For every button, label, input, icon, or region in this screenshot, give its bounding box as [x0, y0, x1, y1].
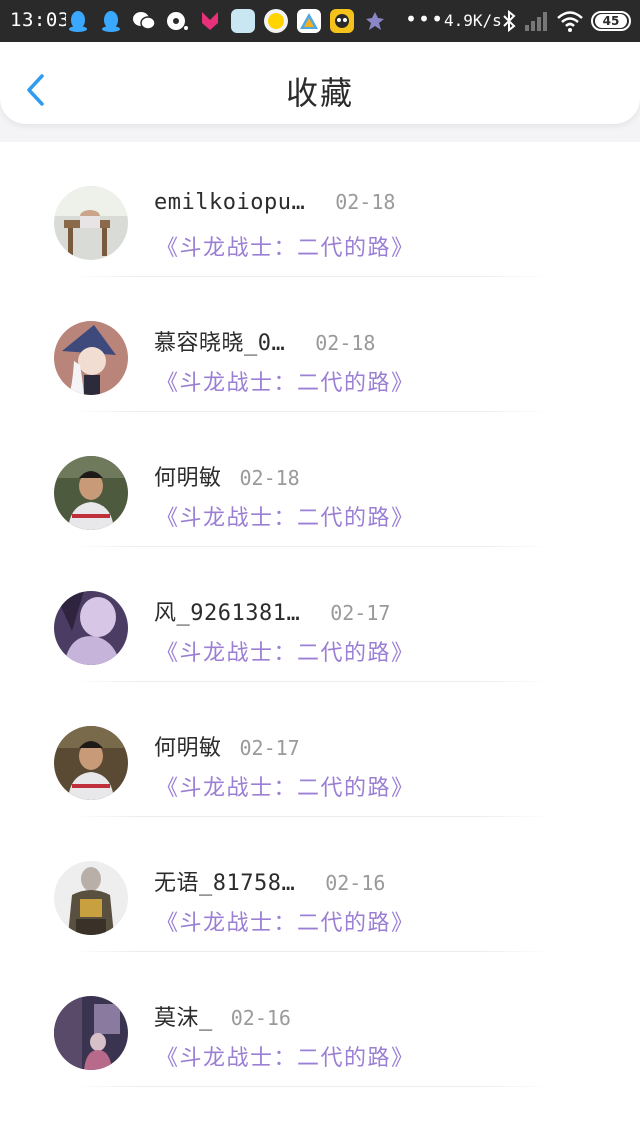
avatar[interactable]	[54, 726, 128, 800]
list-item[interactable]: 风_9261381… 02-17 《斗龙战士：二代的路》	[0, 547, 640, 682]
user-name: 何明敏	[154, 466, 222, 491]
list-item[interactable]: 何明敏 02-18 《斗龙战士：二代的路》	[0, 412, 640, 547]
list-item[interactable]: 无语_81758… 02-16 《斗龙战士：二代的路》	[0, 817, 640, 952]
user-name: 风_9261381…	[154, 601, 301, 626]
wechat-icon	[132, 9, 156, 33]
wifi-icon	[557, 11, 583, 32]
list-item[interactable]: 慕容晓晓_0… 02-18 《斗龙战士：二代的路》	[0, 277, 640, 412]
game-icon	[330, 9, 354, 33]
avatar[interactable]	[54, 861, 128, 935]
avatar[interactable]	[54, 456, 128, 530]
bluetooth-icon	[503, 9, 516, 33]
app-icon	[264, 9, 288, 33]
book-title-link[interactable]: 《斗龙战士：二代的路》	[156, 770, 415, 802]
book-title-link[interactable]: 《斗龙战士：二代的路》	[156, 635, 415, 667]
status-time: 13:03	[10, 9, 70, 31]
avatar[interactable]	[54, 591, 128, 665]
notification-icons	[66, 8, 396, 34]
battery-level: 45	[595, 14, 627, 28]
drive-icon	[297, 9, 321, 33]
status-bar: 13:03 ••• 4.9K/s 45	[0, 0, 640, 42]
user-name: 无语_81758…	[154, 871, 296, 896]
favorites-list: emilkoiopu… 02-18 《斗龙战士：二代的路》 慕容晓晓_0… 02…	[0, 142, 640, 1087]
user-name: 慕容晓晓_0…	[154, 331, 286, 356]
youku-icon	[198, 9, 222, 33]
app-icon	[231, 9, 255, 33]
favorite-date: 02-18	[315, 331, 376, 355]
book-title-link[interactable]: 《斗龙战士：二代的路》	[156, 905, 415, 937]
favorite-date: 02-17	[239, 736, 300, 760]
qq-icon	[99, 9, 123, 33]
app-icon	[363, 9, 387, 33]
header-area: 收藏	[0, 42, 640, 142]
avatar[interactable]	[54, 321, 128, 395]
book-title-link[interactable]: 《斗龙战士：二代的路》	[156, 230, 415, 262]
page-title: 收藏	[285, 74, 354, 112]
avatar[interactable]	[54, 996, 128, 1070]
list-item[interactable]: emilkoiopu… 02-18 《斗龙战士：二代的路》	[0, 142, 640, 277]
book-title-link[interactable]: 《斗龙战士：二代的路》	[156, 365, 415, 397]
music-icon	[165, 9, 189, 33]
more-notifications-icon: •••	[405, 7, 445, 31]
divider	[70, 1086, 550, 1087]
user-name: 何明敏	[154, 736, 222, 761]
battery-icon: 45	[591, 11, 631, 31]
favorite-date: 02-16	[325, 871, 386, 895]
book-title-link[interactable]: 《斗龙战士：二代的路》	[156, 1040, 415, 1072]
header: 收藏	[0, 42, 640, 124]
favorite-date: 02-18	[239, 466, 300, 490]
user-name: 莫沫_	[154, 1006, 213, 1031]
network-speed: 4.9K/s	[444, 11, 502, 30]
list-item[interactable]: 何明敏 02-17 《斗龙战士：二代的路》	[0, 682, 640, 817]
book-title-link[interactable]: 《斗龙战士：二代的路》	[156, 500, 415, 532]
qq-icon	[66, 9, 90, 33]
avatar[interactable]	[54, 186, 128, 260]
user-name: emilkoiopu…	[154, 190, 306, 215]
favorite-date: 02-18	[335, 190, 396, 214]
signal-icon	[525, 12, 547, 31]
list-item[interactable]: 莫沫_ 02-16 《斗龙战士：二代的路》	[0, 952, 640, 1087]
favorite-date: 02-17	[330, 601, 391, 625]
favorite-date: 02-16	[230, 1006, 291, 1030]
